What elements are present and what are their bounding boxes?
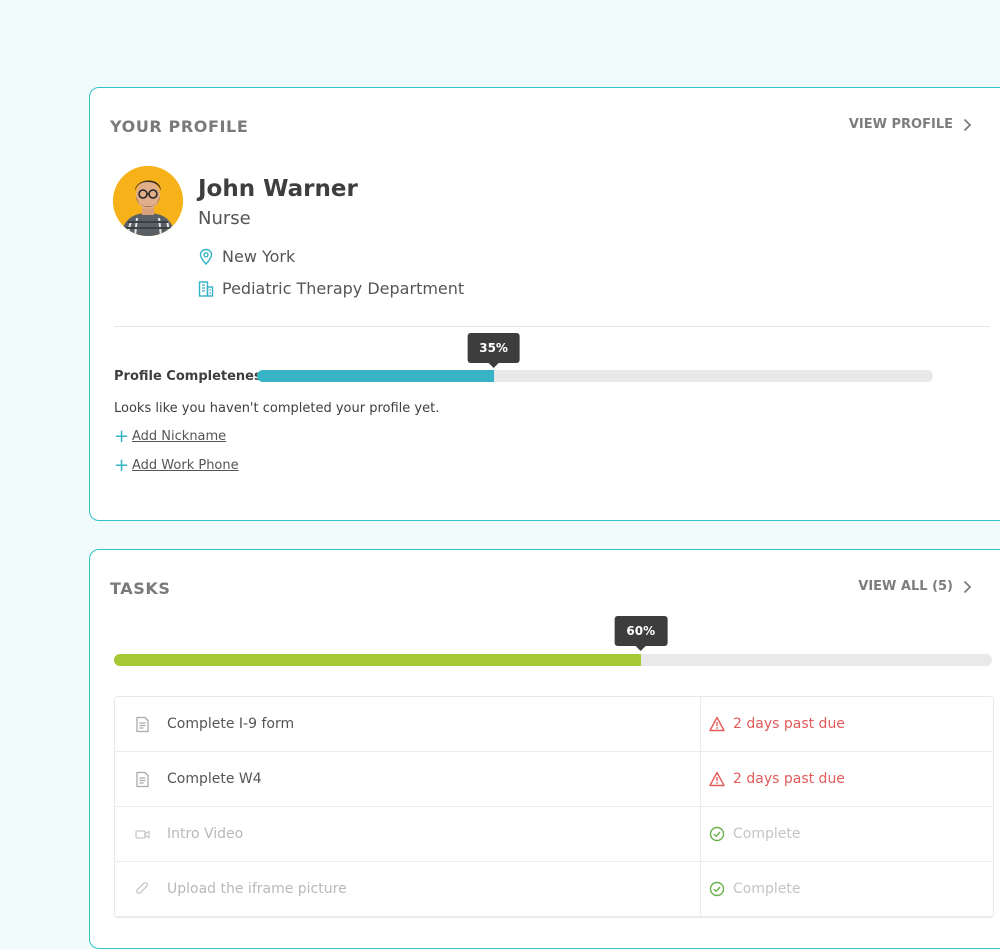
profile-card: YOUR PROFILE VIEW PROFILE John Warner Nu… [89,87,1000,521]
building-icon [198,280,214,297]
add-nickname-label: Add Nickname [132,429,227,444]
row-divider [700,807,701,861]
task-name: Complete W4 [167,771,262,787]
task-row[interactable]: Complete W4 2 days past due [115,752,993,807]
profile-incomplete-note: Looks like you haven't completed your pr… [114,401,440,416]
task-status: 2 days past due [709,771,845,787]
location-label: New York [222,247,296,266]
task-status-label: Complete [733,826,801,842]
chevron-right-icon [963,118,972,131]
warning-icon [709,771,725,787]
profile-department: Pediatric Therapy Department [198,279,464,298]
view-all-tasks-link[interactable]: VIEW ALL (5) [858,579,972,594]
task-status: 2 days past due [709,716,845,732]
plus-icon: + [114,455,130,476]
view-profile-label: VIEW PROFILE [848,117,953,132]
tasks-card-title: TASKS [110,579,171,598]
row-divider [700,862,701,916]
task-name: Intro Video [167,826,244,842]
location-pin-icon [199,248,213,265]
task-row[interactable]: Complete I-9 form 2 days past due [115,697,993,752]
profile-location: New York [198,247,295,266]
tasks-progress-fill [114,654,641,666]
video-icon [135,829,150,839]
check-circle-icon [709,826,725,842]
row-divider [700,752,701,806]
add-work-phone-label: Add Work Phone [132,458,239,473]
tasks-progress-bar: 60% [114,616,992,666]
document-icon [136,771,149,787]
document-icon [136,716,149,732]
profile-completeness-bar: 35% [257,333,933,382]
task-row[interactable]: Intro Video Complete [115,807,993,862]
tasks-card: TASKS VIEW ALL (5) 60% Complete I-9 form… [89,549,1000,949]
task-status: Complete [709,826,800,842]
profile-name: John Warner [198,176,358,202]
task-status: Complete [709,881,800,897]
view-profile-link[interactable]: VIEW PROFILE [849,117,972,132]
add-work-phone-link[interactable]: + Add Work Phone [114,455,239,476]
profile-card-title: YOUR PROFILE [110,117,249,136]
warning-icon [709,716,725,732]
tasks-progress-tooltip: 60% [614,616,668,651]
profile-completeness-fill [257,370,494,382]
paperclip-icon [136,881,149,894]
department-label: Pediatric Therapy Department [222,279,465,298]
plus-icon: + [114,426,130,447]
avatar[interactable] [113,166,183,236]
task-status-label: 2 days past due [733,771,845,787]
task-name: Upload the iframe picture [167,881,347,897]
profile-role: Nurse [198,208,251,229]
task-name: Complete I-9 form [167,716,295,732]
profile-completeness-tooltip: 35% [467,333,520,368]
task-list: Complete I-9 form 2 days past due Comple… [114,696,994,918]
avatar-image [113,166,183,236]
divider [114,326,990,327]
check-circle-icon [709,881,725,897]
task-status-label: 2 days past due [733,716,845,732]
task-row[interactable]: Upload the iframe picture Complete [115,862,993,917]
row-divider [700,697,701,751]
task-status-label: Complete [733,881,801,897]
view-all-label: VIEW ALL (5) [858,579,953,594]
chevron-right-icon [963,580,972,593]
add-nickname-link[interactable]: + Add Nickname [114,426,227,447]
profile-completeness-label: Profile Completeness [114,369,270,384]
